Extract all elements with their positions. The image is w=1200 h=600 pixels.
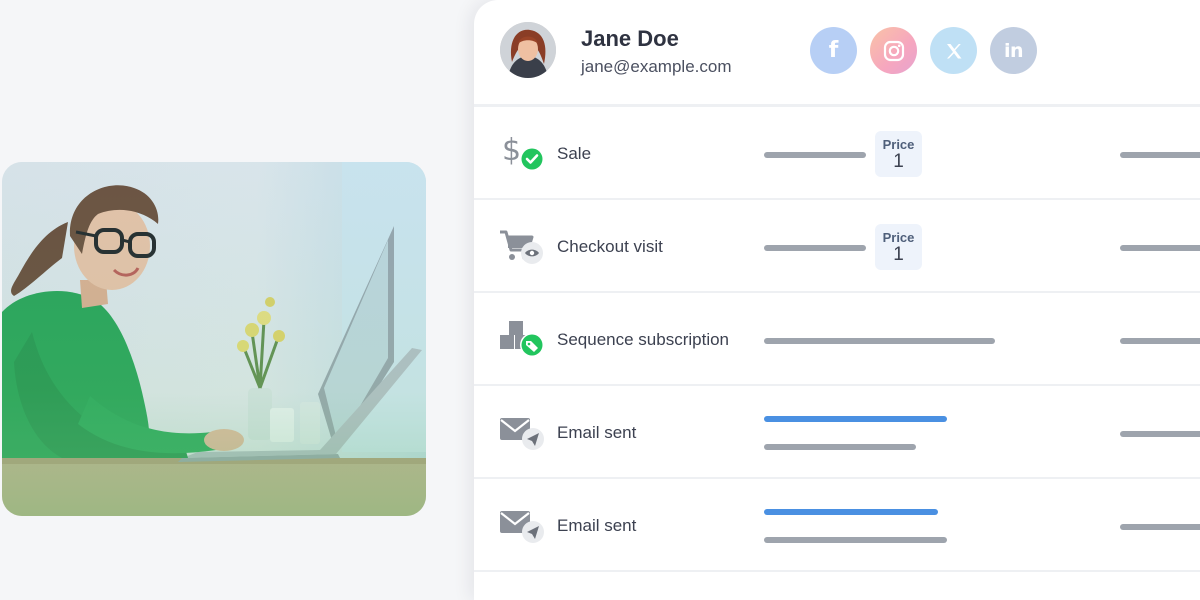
placeholder-bar bbox=[764, 152, 866, 158]
list-item[interactable]: Checkout visit Price 1 bbox=[474, 200, 1200, 293]
blocks-tag-icon bbox=[498, 319, 546, 359]
placeholder-bar bbox=[1120, 245, 1200, 251]
activity-label: Email sent bbox=[557, 423, 637, 442]
profile-header: Jane Doe jane@example.com f in bbox=[474, 0, 1200, 104]
activity-label: Email sent bbox=[557, 516, 637, 535]
svg-text:$: $ bbox=[502, 133, 521, 168]
activity-panel: Jane Doe jane@example.com f in $ Sale Pr… bbox=[474, 0, 1200, 600]
instagram-icon[interactable] bbox=[870, 27, 917, 74]
placeholder-bar bbox=[764, 537, 947, 543]
price-label: Price bbox=[882, 137, 915, 152]
placeholder-bar bbox=[1120, 431, 1200, 437]
highlight-bar bbox=[764, 416, 947, 422]
list-item[interactable]: Email sent bbox=[474, 386, 1200, 479]
hero-photo bbox=[2, 162, 426, 516]
activity-list: $ Sale Price 1 Checkout visit Price 1 Se… bbox=[474, 107, 1200, 572]
price-value: 1 bbox=[893, 244, 904, 265]
user-email: jane@example.com bbox=[581, 57, 732, 76]
placeholder-bar bbox=[764, 444, 916, 450]
envelope-send-icon bbox=[498, 412, 546, 452]
price-label: Price bbox=[882, 230, 915, 245]
linkedin-icon[interactable]: in bbox=[990, 27, 1037, 74]
envelope-send-icon bbox=[498, 505, 546, 545]
price-badge: Price 1 bbox=[875, 224, 922, 270]
placeholder-bar bbox=[1120, 524, 1200, 530]
activity-label: Sequence subscription bbox=[557, 330, 730, 349]
placeholder-bar bbox=[1120, 338, 1200, 344]
x-twitter-icon[interactable] bbox=[930, 27, 977, 74]
facebook-icon[interactable]: f bbox=[810, 27, 857, 74]
list-item[interactable]: Email sent bbox=[474, 479, 1200, 572]
placeholder-bar bbox=[1120, 152, 1200, 158]
activity-label: Sale bbox=[557, 144, 592, 163]
highlight-bar bbox=[764, 509, 938, 515]
placeholder-bar bbox=[764, 245, 866, 251]
avatar[interactable] bbox=[500, 22, 556, 78]
list-item[interactable]: Sequence subscription bbox=[474, 293, 1200, 386]
list-item[interactable]: $ Sale Price 1 bbox=[474, 107, 1200, 200]
price-value: 1 bbox=[893, 151, 904, 172]
user-name: Jane Doe bbox=[581, 26, 679, 51]
cart-eye-icon bbox=[498, 226, 546, 266]
price-badge: Price 1 bbox=[875, 131, 922, 177]
placeholder-bar bbox=[764, 338, 995, 344]
activity-label: Checkout visit bbox=[557, 237, 663, 256]
dollar-check-icon: $ bbox=[498, 133, 546, 173]
social-links: f in bbox=[810, 27, 1037, 74]
